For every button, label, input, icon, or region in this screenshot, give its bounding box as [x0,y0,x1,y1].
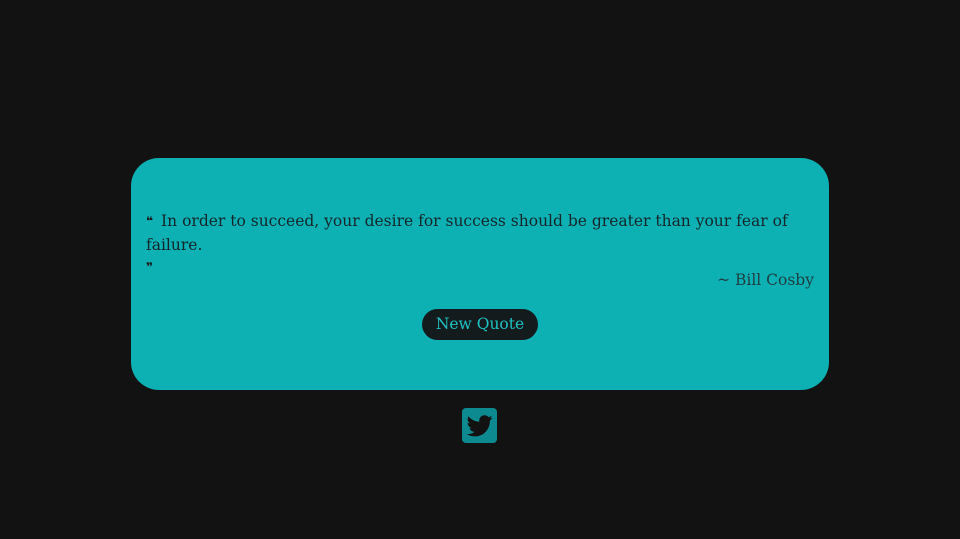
open-quote-icon: ❝ [146,214,154,228]
tweet-button[interactable] [462,408,497,443]
new-quote-button[interactable]: New Quote [422,309,538,340]
quote-card: ❝ In order to succeed, your desire for su… [131,158,829,390]
quote-text: In order to succeed, your desire for suc… [146,212,788,254]
twitter-icon [466,414,493,436]
page: ❝ In order to succeed, your desire for su… [0,0,960,539]
close-quote-icon: ❞ [146,260,154,274]
quote-author: ~ Bill Cosby [717,271,814,289]
quote-body: ❝ In order to succeed, your desire for su… [146,209,816,279]
